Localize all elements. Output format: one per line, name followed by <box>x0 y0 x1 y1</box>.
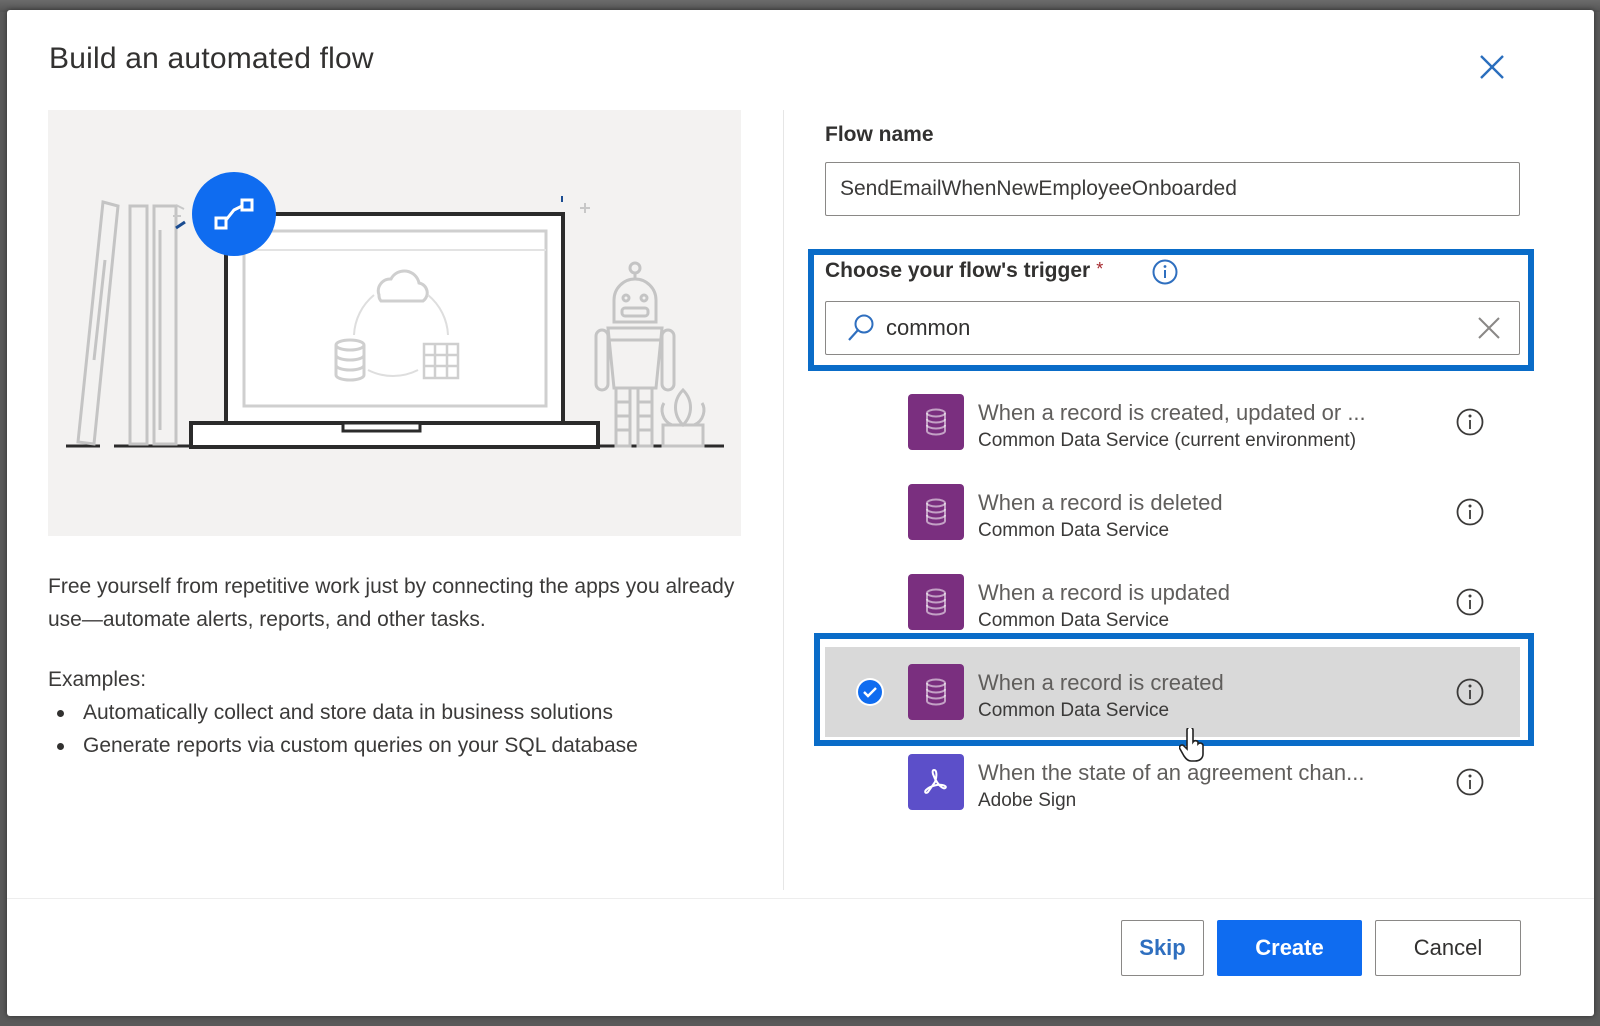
trigger-text: When a record is deleted Common Data Serv… <box>978 489 1223 545</box>
connector-icon-tile <box>908 484 964 540</box>
info-icon <box>1456 768 1484 796</box>
connector-icon-tile <box>908 754 964 810</box>
dialog-description: Free yourself from repetitive work just … <box>48 570 748 762</box>
trigger-item[interactable]: When a record is updated Common Data Serv… <box>825 557 1520 647</box>
trigger-item[interactable]: When a record is created, updated or ...… <box>825 377 1520 467</box>
examples-label: Examples: <box>48 668 147 691</box>
trigger-info-button[interactable] <box>1455 677 1485 707</box>
selected-check <box>855 677 885 707</box>
skip-button[interactable]: Skip <box>1121 920 1204 976</box>
database-icon <box>926 588 946 616</box>
check-circle-icon <box>856 678 884 706</box>
trigger-info-button[interactable] <box>1455 767 1485 797</box>
create-button[interactable]: Create <box>1217 920 1362 976</box>
trigger-connector: Adobe Sign <box>978 790 1077 811</box>
trigger-info-button[interactable] <box>1455 407 1485 437</box>
trigger-title: When a record is updated <box>978 580 1230 605</box>
search-icon <box>848 314 874 341</box>
info-icon <box>1456 588 1484 616</box>
info-icon[interactable] <box>1151 258 1179 286</box>
plant-icon <box>660 387 706 448</box>
books-icon <box>76 200 178 446</box>
footer-divider <box>7 898 1594 899</box>
example-item: Automatically collect and store data in … <box>48 696 748 729</box>
connector-icon-tile <box>908 664 964 720</box>
close-button[interactable] <box>1475 50 1509 84</box>
trigger-label-text: Choose your flow's trigger <box>825 259 1091 282</box>
examples-list: Automatically collect and store data in … <box>48 696 748 762</box>
trigger-search-input[interactable] <box>886 315 1475 341</box>
trigger-text: When a record is updated Common Data Serv… <box>978 579 1230 635</box>
database-icon <box>926 678 946 706</box>
required-mark: * <box>1096 259 1104 279</box>
description-intro: Free yourself from repetitive work just … <box>48 575 735 631</box>
trigger-title: When the state of an agreement chan... <box>978 760 1365 785</box>
robot-icon <box>594 261 676 448</box>
info-icon <box>1456 498 1484 526</box>
trigger-connector: Common Data Service <box>978 520 1170 541</box>
trigger-label: Choose your flow's trigger * <box>825 259 1103 283</box>
trigger-text: When the state of an agreement chan... Ad… <box>978 759 1364 815</box>
flow-name-label: Flow name <box>825 123 934 146</box>
trigger-title: When a record is deleted <box>978 490 1223 515</box>
flow-name-input[interactable] <box>825 162 1520 216</box>
panel-divider <box>783 110 784 890</box>
hero-illustration <box>48 110 741 536</box>
trigger-item[interactable]: When the state of an agreement chan... Ad… <box>825 737 1520 827</box>
trigger-title: When a record is created <box>978 670 1224 695</box>
cancel-button[interactable]: Cancel <box>1375 920 1521 976</box>
trigger-text: When a record is created, updated or ...… <box>978 399 1366 455</box>
flow-connector-icon <box>173 172 276 256</box>
dialog-title: Build an automated flow <box>49 42 374 75</box>
info-icon <box>1456 678 1484 706</box>
trigger-connector: Common Data Service <box>978 700 1170 721</box>
connector-icon-tile <box>908 574 964 630</box>
build-automated-flow-dialog: Build an automated flow Free yourself fr… <box>7 10 1594 1016</box>
database-icon <box>926 498 946 526</box>
example-item: Generate reports via custom queries on y… <box>48 729 748 762</box>
clear-icon[interactable] <box>1475 314 1503 342</box>
trigger-search-box[interactable] <box>825 301 1520 355</box>
trigger-connector: Common Data Service <box>978 610 1170 631</box>
adobe-sign-icon <box>924 768 947 794</box>
trigger-title: When a record is created, updated or ... <box>978 400 1366 425</box>
trigger-list: When a record is created, updated or ...… <box>825 377 1520 827</box>
trigger-info-button[interactable] <box>1455 587 1485 617</box>
trigger-item[interactable]: When a record is created Common Data Serv… <box>825 647 1520 737</box>
connector-icon-tile <box>908 394 964 450</box>
trigger-text: When a record is created Common Data Serv… <box>978 669 1224 725</box>
database-icon <box>926 408 946 436</box>
info-icon <box>1456 408 1484 436</box>
laptop-illustration <box>66 172 724 449</box>
trigger-info-button[interactable] <box>1455 497 1485 527</box>
close-icon <box>1480 55 1504 79</box>
trigger-item[interactable]: When a record is deleted Common Data Serv… <box>825 467 1520 557</box>
trigger-connector: Common Data Service (current environment… <box>978 430 1357 451</box>
